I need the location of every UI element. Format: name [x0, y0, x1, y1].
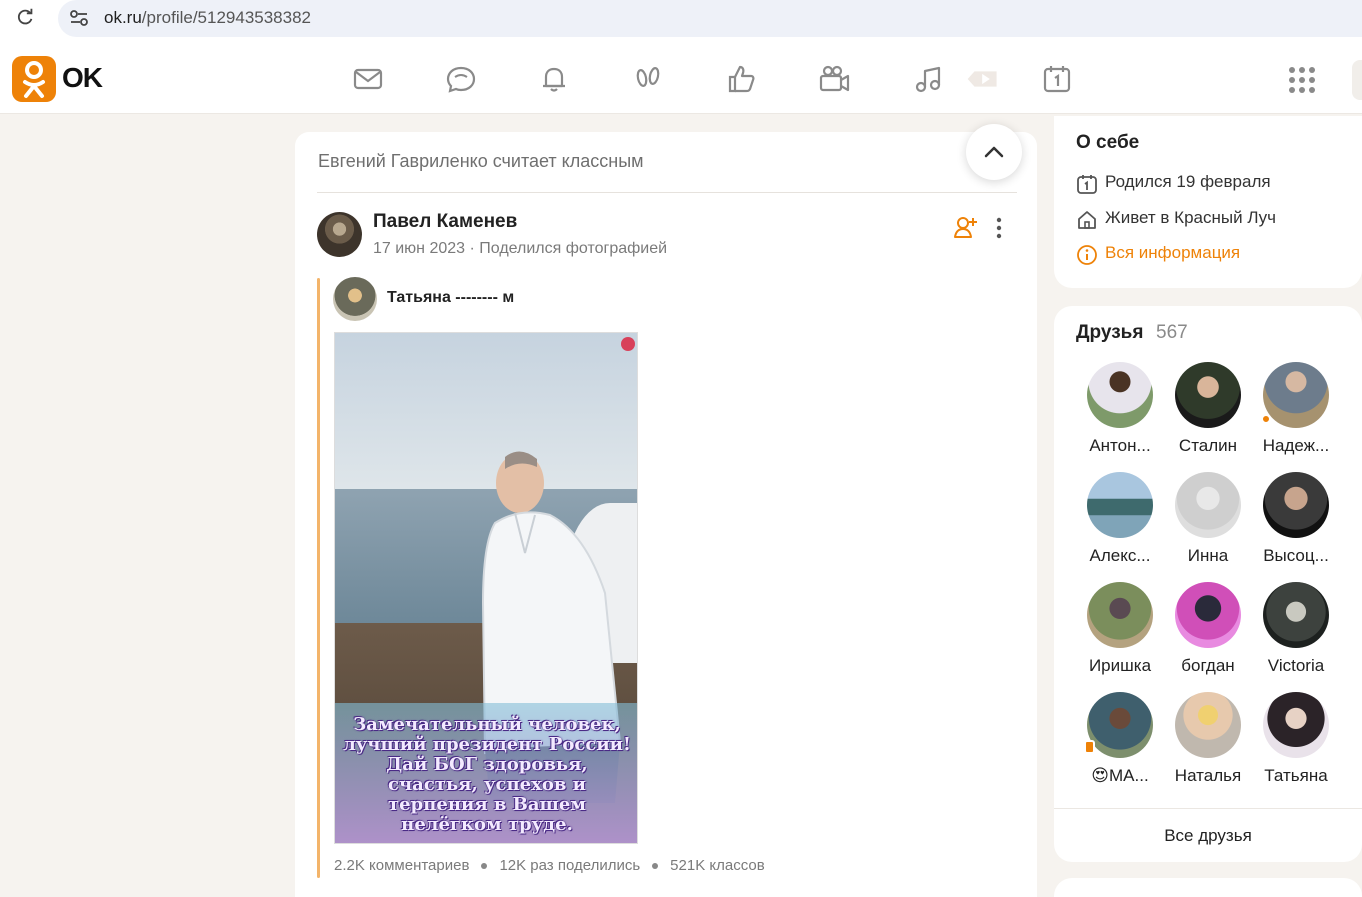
location-text: Живет в Красный Луч	[1105, 208, 1277, 227]
discussions-icon[interactable]	[444, 62, 478, 96]
video-icon[interactable]	[817, 62, 851, 96]
friend-name[interactable]: Алекс...	[1076, 546, 1164, 566]
address-bar[interactable]: ok.ru/profile/512943538382	[58, 0, 1362, 37]
friend-name[interactable]: Наталья	[1164, 766, 1252, 786]
friend-item[interactable]: Victoria	[1252, 582, 1340, 682]
photo-sticker-icon	[621, 337, 635, 351]
friends-card: Друзья 567 Антон... Сталин Надеж... Алек…	[1054, 306, 1362, 862]
friend-item[interactable]: Алекс...	[1076, 472, 1164, 572]
friend-name[interactable]: 😍МА...	[1076, 766, 1164, 786]
ad-video-icon[interactable]	[966, 62, 1000, 96]
url-path: /profile/512943538382	[141, 8, 311, 27]
friend-avatar[interactable]	[1175, 362, 1241, 428]
friend-item[interactable]: 😍МА...	[1076, 692, 1164, 792]
friend-name[interactable]: Victoria	[1252, 656, 1340, 676]
all-friends-button[interactable]: Все друзья	[1054, 826, 1362, 846]
repost-author-name[interactable]: Татьяна -------- м	[387, 289, 514, 307]
scroll-to-top-button[interactable]	[966, 124, 1022, 180]
friend-avatar-placeholder[interactable]	[1175, 472, 1241, 538]
liked-by-note: Евгений Гавриленко считает классным	[318, 151, 644, 171]
divider	[317, 192, 1017, 193]
profile-menu-edge[interactable]	[1352, 60, 1362, 100]
friend-item[interactable]: богдан	[1164, 582, 1252, 682]
more-options-icon[interactable]	[989, 216, 1009, 240]
post-action: Поделился фотографией	[479, 240, 668, 257]
apps-grid-icon[interactable]	[1288, 66, 1316, 94]
friend-item[interactable]: Инна	[1164, 472, 1252, 572]
logo-text[interactable]: OK	[62, 62, 103, 94]
site-settings-icon[interactable]	[68, 7, 90, 29]
guests-icon[interactable]	[631, 62, 665, 96]
friend-name[interactable]: богдан	[1164, 656, 1252, 676]
divider	[1054, 808, 1362, 809]
ok-logo-icon[interactable]	[12, 56, 56, 102]
friends-count: 567	[1156, 322, 1188, 343]
friend-avatar[interactable]	[1263, 692, 1329, 758]
mobile-status-icon	[1084, 740, 1095, 754]
friend-avatar[interactable]	[1087, 362, 1153, 428]
friend-avatar[interactable]	[1263, 582, 1329, 648]
birthday-text: Родился 19 февраля	[1105, 172, 1271, 191]
photo-caption-text: Замечательный человек, лучший президент …	[343, 714, 631, 835]
info-icon	[1077, 245, 1097, 265]
author-name[interactable]: Павел Каменев	[373, 211, 517, 233]
post-meta: 17 июн 2023 · Поделился фотографией	[373, 240, 668, 257]
about-title: О себе	[1076, 132, 1140, 153]
friend-item[interactable]: Высоц...	[1252, 472, 1340, 572]
calendar-icon	[1077, 175, 1097, 194]
friend-name[interactable]: Татьяна	[1252, 766, 1340, 786]
friend-name[interactable]: Инна	[1164, 546, 1252, 566]
friend-avatar[interactable]	[1087, 582, 1153, 648]
bullet-separator	[481, 863, 488, 870]
friend-name[interactable]: Высоц...	[1252, 546, 1340, 566]
browser-toolbar: ok.ru/profile/512943538382	[0, 0, 1362, 46]
post-photo[interactable]: Замечательный человек, лучший президент …	[334, 332, 638, 844]
friend-avatar[interactable]	[1263, 472, 1329, 538]
shares-count[interactable]: 12K раз поделились	[499, 857, 640, 874]
friend-avatar[interactable]	[1087, 472, 1153, 538]
friend-name[interactable]: Надеж...	[1252, 436, 1340, 456]
notifications-icon[interactable]	[537, 62, 571, 96]
all-info-text[interactable]: Вся информация	[1105, 243, 1240, 263]
bullet-separator	[652, 863, 659, 870]
home-icon	[1078, 211, 1096, 229]
calendar-icon[interactable]	[1040, 62, 1074, 96]
friend-name[interactable]: Сталин	[1164, 436, 1252, 456]
post-stats: 2.2K комментариев 12K раз поделились 521K …	[334, 857, 765, 874]
author-avatar[interactable]	[317, 212, 362, 257]
events-icon[interactable]	[724, 62, 758, 96]
friend-item[interactable]: Иришка	[1076, 582, 1164, 682]
repost-indicator	[317, 278, 320, 878]
friend-item[interactable]: Наталья	[1164, 692, 1252, 792]
repost-author-avatar[interactable]	[333, 277, 377, 321]
reload-icon[interactable]	[14, 6, 36, 28]
feed-post-card: Евгений Гавриленко считает классным Паве…	[295, 132, 1037, 897]
messages-icon[interactable]	[351, 62, 385, 96]
friend-item[interactable]: Татьяна	[1252, 692, 1340, 792]
friend-avatar[interactable]	[1175, 582, 1241, 648]
url-host: ok.ru	[104, 8, 142, 27]
next-sidebar-card	[1054, 878, 1362, 897]
klass-count[interactable]: 521K классов	[670, 857, 765, 874]
online-status-icon	[1261, 414, 1271, 424]
friend-avatar[interactable]	[1175, 692, 1241, 758]
add-friend-icon[interactable]	[953, 214, 979, 240]
chevron-up-icon	[984, 146, 1004, 158]
friends-title[interactable]: Друзья	[1076, 322, 1143, 344]
friend-item[interactable]: Сталин	[1164, 362, 1252, 462]
about-card: О себе Родился 19 февраля Живет в Красны…	[1054, 116, 1362, 288]
friend-avatar[interactable]	[1263, 362, 1329, 428]
friend-name[interactable]: Антон...	[1076, 436, 1164, 456]
comments-count[interactable]: 2.2K комментариев	[334, 857, 469, 874]
friend-item[interactable]: Надеж...	[1252, 362, 1340, 462]
post-date[interactable]: 17 июн 2023	[373, 240, 465, 257]
music-icon[interactable]	[911, 62, 945, 96]
friend-avatar[interactable]	[1087, 692, 1153, 758]
friend-item[interactable]: Антон...	[1076, 362, 1164, 462]
site-header: OK	[0, 46, 1362, 114]
friend-name[interactable]: Иришка	[1076, 656, 1164, 676]
photo-caption-overlay: Замечательный человек, лучший президент …	[335, 703, 637, 843]
url-text: ok.ru/profile/512943538382	[104, 8, 311, 28]
